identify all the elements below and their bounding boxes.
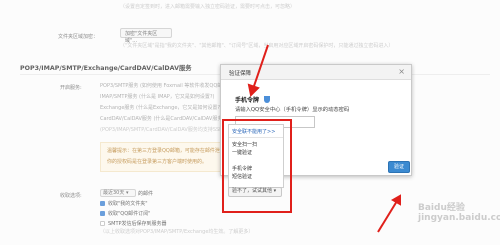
arrow-to-confirm-head [390, 194, 401, 206]
watermark: Baidu经验 jingyan.baidu.com [418, 203, 500, 243]
arrow-to-confirm-line [377, 200, 398, 233]
arrow-to-token-head [247, 83, 260, 98]
watermark-logo: Baidu经验 jingyan.baidu.com [418, 203, 500, 223]
arrow-to-token-line [252, 44, 269, 90]
